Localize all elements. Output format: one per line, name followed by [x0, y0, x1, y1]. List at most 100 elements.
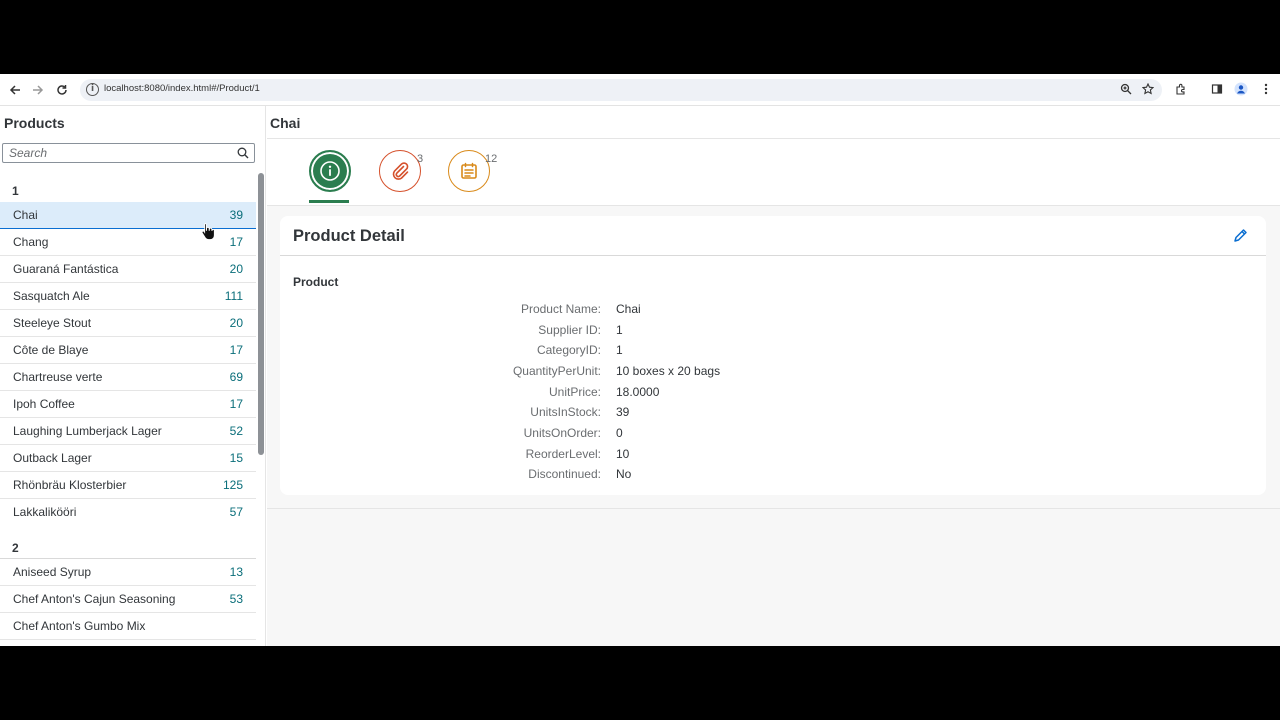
field-label: Product Name: [520, 302, 601, 316]
field-label: UnitPrice: [548, 385, 601, 399]
list-item-name: Sasquatch Ale [13, 289, 90, 303]
list-item-count: 13 [229, 565, 243, 579]
list-item-name: Guaraná Fantástica [13, 262, 119, 276]
content-divider [267, 508, 1280, 509]
list-item-count: 20 [229, 262, 243, 276]
edit-icon[interactable] [1232, 228, 1248, 244]
browser-window: i localhost:8080/index.html#/Product/1 P… [0, 74, 1280, 646]
field-label: QuantityPerUnit: [512, 364, 601, 378]
detail-panel: Chai 3 12 Product Detail Product Product… [267, 106, 1280, 646]
forward-icon[interactable] [30, 82, 46, 98]
detail-title: Chai [270, 115, 301, 131]
list-item[interactable]: Chartreuse verte 69 [0, 364, 256, 391]
list-item-count: 125 [222, 478, 243, 492]
list-item[interactable]: Outback Lager 15 [0, 445, 256, 472]
list-item-count: 17 [229, 235, 243, 249]
card-title: Product Detail [293, 227, 405, 245]
list-item-name: Aniseed Syrup [13, 565, 92, 579]
section-title: Product [293, 275, 339, 289]
header-divider [267, 138, 1280, 139]
list-item-count: 15 [229, 451, 243, 465]
field-value: No [616, 467, 632, 481]
list-scrollbar[interactable] [258, 173, 264, 455]
list-item-name: Rhönbräu Klosterbier [13, 478, 127, 492]
address-bar[interactable]: i localhost:8080/index.html#/Product/1 [80, 79, 1162, 101]
search-input[interactable] [9, 146, 229, 160]
list-item-name: Outback Lager [13, 451, 92, 465]
list-item[interactable]: Chef Anton's Cajun Seasoning 53 [0, 586, 256, 613]
product-detail-card: Product Detail Product Product Name: Cha… [280, 216, 1266, 495]
detail-header: Chai 3 12 [267, 106, 1280, 206]
list-item[interactable]: Rhönbräu Klosterbier 125 [0, 472, 256, 499]
list-item[interactable]: Laughing Lumberjack Lager 52 [0, 418, 256, 445]
field-label: Discontinued: [528, 467, 601, 481]
tab-notes[interactable] [448, 150, 490, 192]
paperclip-icon [392, 162, 409, 180]
list-item[interactable]: Chang 17 [0, 229, 256, 256]
search-field[interactable] [2, 143, 255, 163]
field-value: Chai [616, 302, 641, 316]
list-item-count: 39 [229, 208, 243, 222]
tab-notes-count: 12 [485, 153, 498, 165]
master-list-panel: Products 1 Chai 39 Chang 17 Guaraná Fant… [0, 106, 266, 646]
tab-info[interactable] [309, 150, 351, 192]
list-item[interactable]: Sasquatch Ale 111 [0, 283, 256, 310]
field-value: 10 boxes x 20 bags [616, 364, 721, 378]
site-info-icon[interactable]: i [86, 83, 99, 96]
tab-attachments[interactable] [379, 150, 421, 192]
side-panel-icon[interactable] [1210, 82, 1224, 96]
field-value: 18.0000 [616, 385, 660, 399]
list-item-count: 17 [229, 397, 243, 411]
field-label: ReorderLevel: [525, 447, 601, 461]
menu-kebab-icon[interactable] [1259, 82, 1273, 96]
list-item-name: Steeleye Stout [13, 316, 92, 330]
list-item[interactable]: Guaraná Fantástica 20 [0, 256, 256, 283]
list-item-count: 20 [229, 316, 243, 330]
field-label: UnitsInStock: [530, 405, 601, 419]
hand-cursor-icon [201, 223, 215, 240]
list-item[interactable]: Côte de Blaye 17 [0, 337, 256, 364]
extensions-icon[interactable] [1174, 82, 1188, 96]
list-item-count: 17 [229, 343, 243, 357]
field-value: 1 [616, 343, 623, 357]
master-title: Products [4, 115, 65, 131]
tab-attachments-count: 3 [417, 153, 424, 165]
field-value: 10 [616, 447, 630, 461]
back-icon[interactable] [7, 82, 23, 98]
list-item-count: 53 [229, 592, 243, 606]
field-value: 0 [616, 426, 623, 440]
field-value: 1 [616, 323, 623, 337]
list-item-name: Lakkalikööri [13, 505, 77, 519]
profile-avatar-icon[interactable] [1234, 82, 1248, 96]
list-item-count: 52 [229, 424, 243, 438]
reload-icon[interactable] [54, 82, 70, 98]
list-item-name: Laughing Lumberjack Lager [13, 424, 162, 438]
list-item[interactable]: Ipoh Coffee 17 [0, 391, 256, 418]
list-item[interactable]: Chai 39 [0, 202, 256, 229]
list-item-name: Ipoh Coffee [13, 397, 75, 411]
search-icon[interactable] [237, 147, 249, 159]
list-item-name: Chef Anton's Cajun Seasoning [13, 592, 176, 606]
list-item-count: 111 [224, 289, 243, 303]
field-label: Supplier ID: [538, 323, 601, 337]
info-icon [320, 161, 340, 181]
selected-tab-indicator [309, 200, 349, 203]
list-item-name: Côte de Blaye [13, 343, 89, 357]
zoom-icon[interactable] [1119, 82, 1133, 96]
notes-icon [461, 162, 477, 179]
bookmark-star-icon[interactable] [1141, 82, 1155, 96]
list-item-name: Chai [13, 208, 38, 222]
group-header: 2 [12, 541, 19, 555]
list-item[interactable]: Chef Anton's Gumbo Mix [0, 613, 256, 640]
list-item[interactable]: Steeleye Stout 20 [0, 310, 256, 337]
browser-toolbar: i localhost:8080/index.html#/Product/1 [0, 74, 1280, 106]
field-label: UnitsOnOrder: [523, 426, 601, 440]
url-text: localhost:8080/index.html#/Product/1 [104, 83, 260, 94]
list-item[interactable]: Aniseed Syrup 13 [0, 559, 256, 586]
list-item-count: 69 [229, 370, 243, 384]
field-label: CategoryID: [536, 343, 601, 357]
field-value: 39 [616, 405, 630, 419]
group-header: 1 [12, 184, 19, 198]
list-item[interactable]: Lakkalikööri 57 [0, 499, 256, 526]
list-item-name: Chartreuse verte [13, 370, 103, 384]
